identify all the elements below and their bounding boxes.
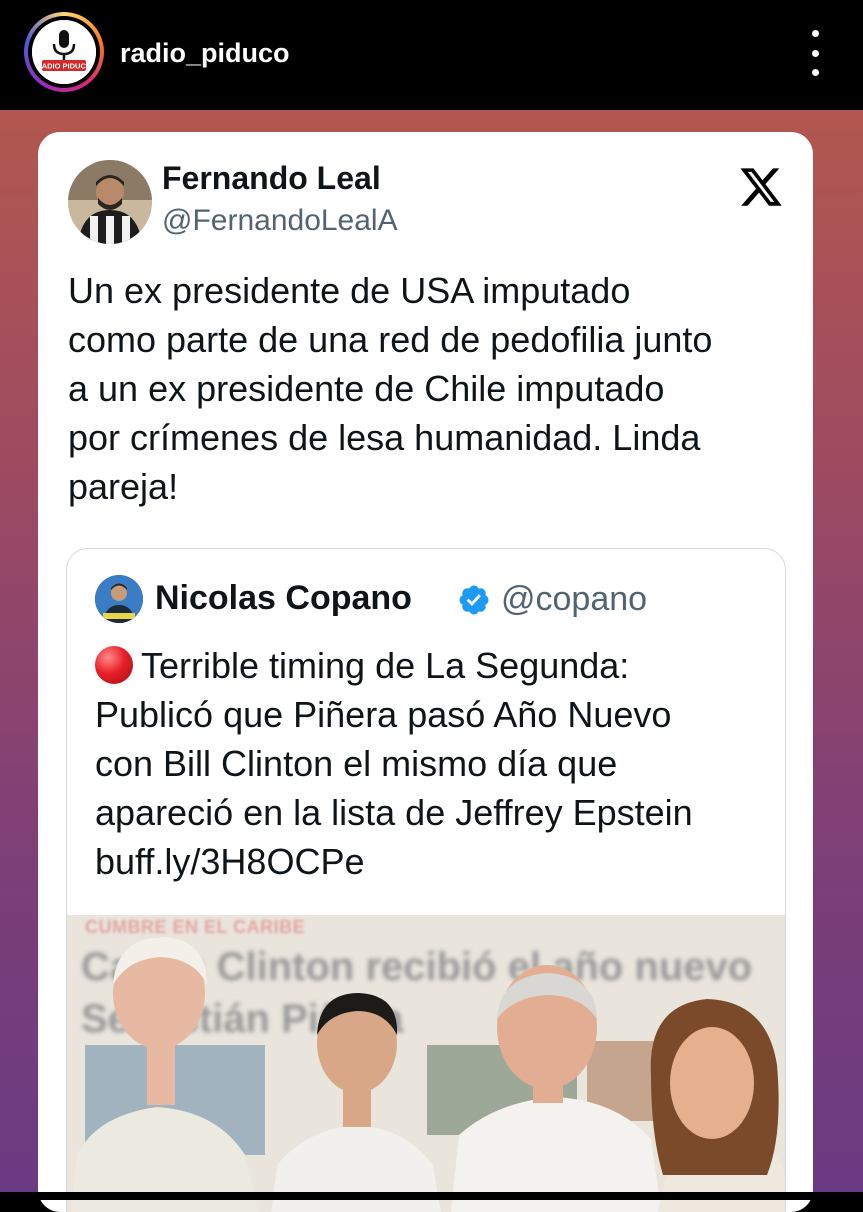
- tweet-text-line: pareja!: [68, 466, 179, 507]
- quote-text-line: apareció en la lista de Jeffrey Epstein: [95, 792, 693, 833]
- more-vertical-icon[interactable]: [800, 30, 830, 76]
- news-article-image[interactable]: CUMBRE EN EL CARIBE Carlos Clinton recib…: [67, 915, 785, 1212]
- bottom-strip: [0, 1192, 863, 1200]
- post-header: RADIO PIDUCO radio_piduco: [0, 0, 863, 110]
- quote-text-line: Terrible timing de La Segunda:: [95, 641, 775, 690]
- quote-text-line: Publicó que Piñera pasó Año Nuevo: [95, 694, 672, 735]
- account-name[interactable]: radio_piduco: [120, 38, 290, 69]
- tweet-text-line: a un ex presidente de Chile imputado: [68, 368, 665, 409]
- news-photo: [70, 937, 785, 1212]
- verified-badge-icon: [457, 583, 491, 617]
- quoted-tweet[interactable]: Nicolas Copano @copano Terrible timing d…: [66, 548, 786, 1212]
- quote-author-handle[interactable]: @copano: [501, 580, 647, 619]
- author-handle[interactable]: @FernandoLealA: [162, 204, 398, 238]
- author-name[interactable]: Fernando Leal: [162, 160, 381, 197]
- quote-text-line: con Bill Clinton el mismo día que: [95, 743, 618, 784]
- tweet-text-line: Un ex presidente de USA imputado: [68, 270, 631, 311]
- radio-piduco-logo: RADIO PIDUCO: [32, 20, 96, 84]
- svg-text:RADIO PIDUCO: RADIO PIDUCO: [36, 62, 92, 71]
- tweet-text: Un ex presidente de USA imputado como pa…: [68, 266, 798, 511]
- quote-author-avatar: [95, 575, 143, 623]
- quote-link[interactable]: buff.ly/3H8OCPe: [95, 837, 775, 886]
- quote-text: Terrible timing de La Segunda: Publicó q…: [95, 641, 775, 886]
- tweet-text-line: por crímenes de lesa humanidad. Linda: [68, 417, 701, 458]
- x-logo-icon: [738, 164, 784, 210]
- account-avatar[interactable]: RADIO PIDUCO: [24, 12, 104, 92]
- author-avatar: [68, 160, 152, 244]
- quote-author-name[interactable]: Nicolas Copano: [155, 579, 412, 618]
- tweet-text-line: como parte de una red de pedofilia junto: [68, 319, 713, 360]
- red-circle-icon: [95, 646, 133, 684]
- tweet-card: Fernando Leal @FernandoLealA Un ex presi…: [38, 132, 813, 1212]
